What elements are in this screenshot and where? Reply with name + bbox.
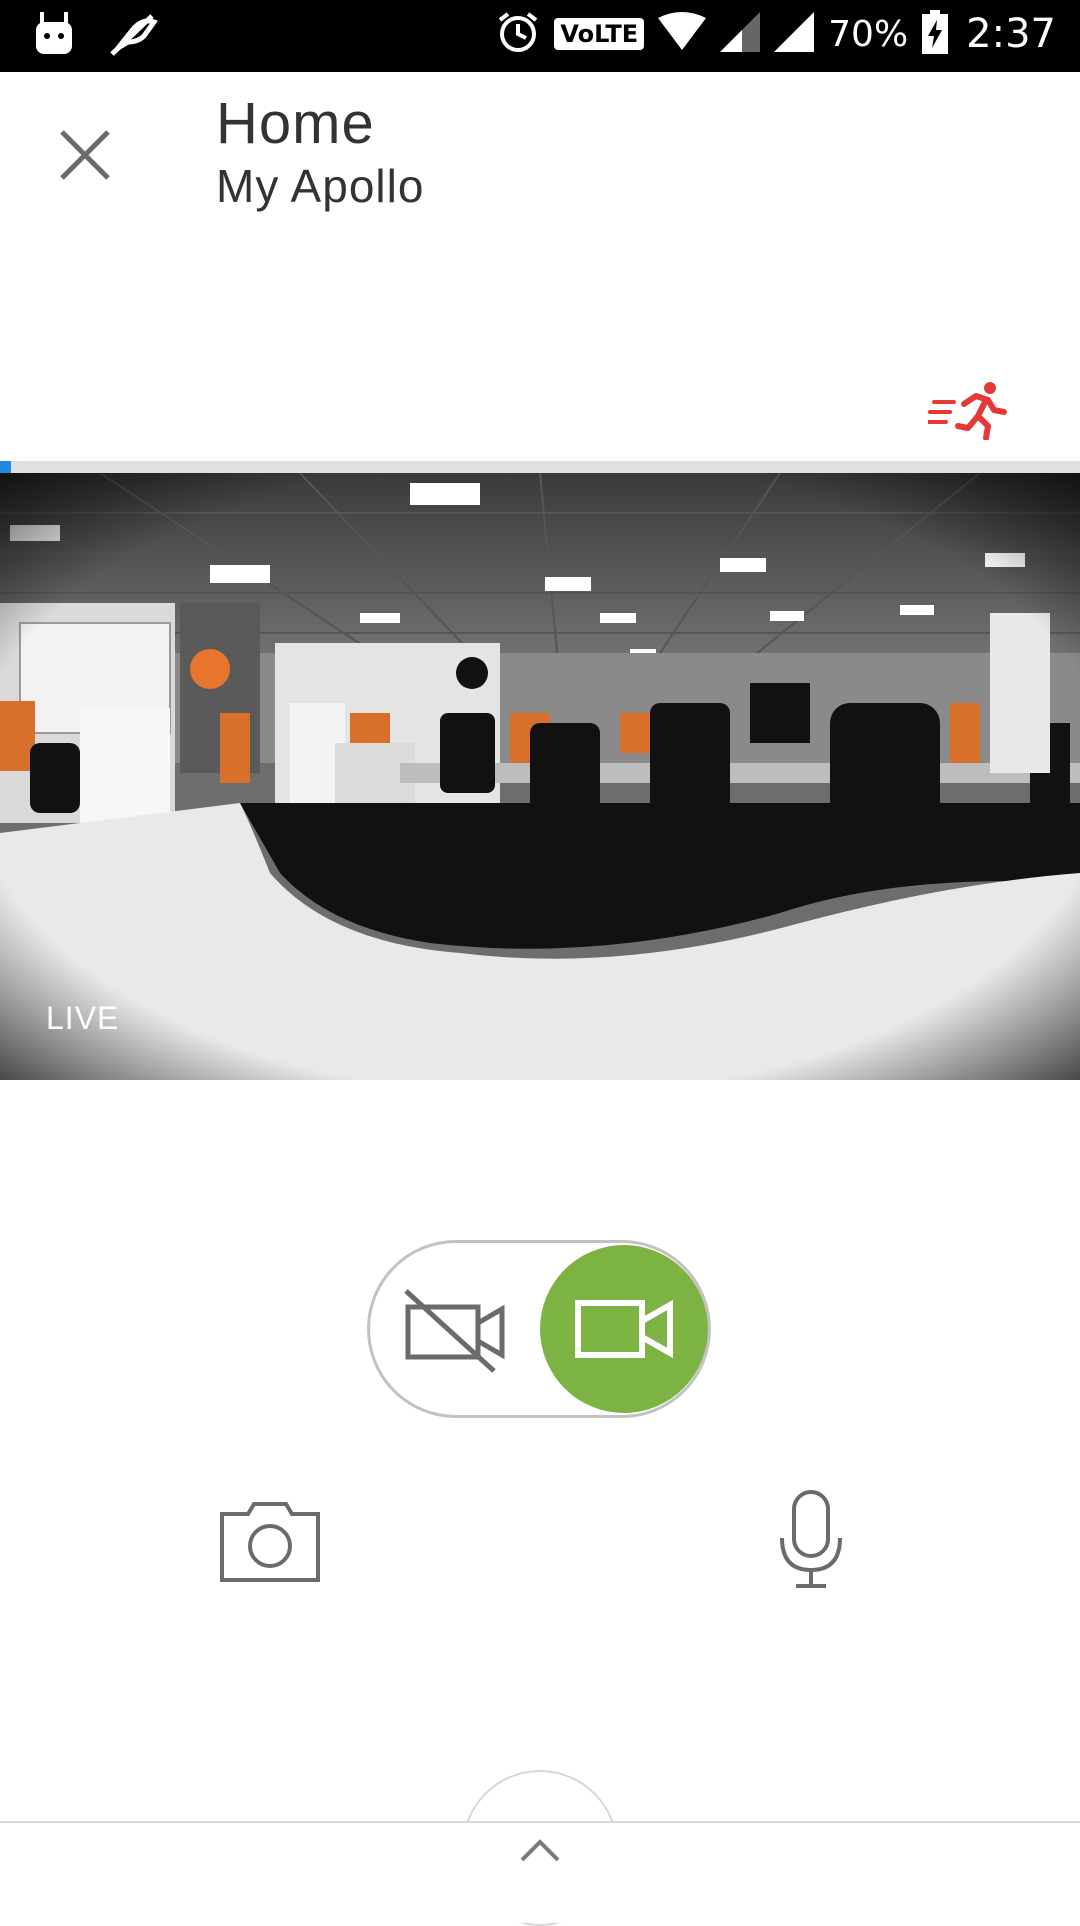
talk-button[interactable] xyxy=(776,1490,846,1590)
camera-icon xyxy=(220,1502,320,1582)
status-bar: VoLTE 70% 2:37 xyxy=(0,0,1080,72)
motion-events-button[interactable] xyxy=(926,380,1008,441)
video-off-icon xyxy=(404,1289,505,1373)
expand-drawer-button[interactable] xyxy=(518,1836,562,1866)
close-button[interactable] xyxy=(50,120,120,190)
battery-percentage: 70% xyxy=(828,13,909,55)
snapshot-button[interactable] xyxy=(218,1500,322,1584)
mute-icon xyxy=(108,12,158,62)
timeline-progress-fill xyxy=(0,461,11,473)
camera-feed-image xyxy=(0,473,1080,1080)
alarm-icon xyxy=(496,10,540,58)
signal-icon xyxy=(774,12,815,56)
chevron-up-icon xyxy=(520,1839,560,1862)
live-indicator: LIVE xyxy=(46,1000,120,1036)
page-title: Home xyxy=(216,91,375,156)
battery-charging-icon xyxy=(922,10,949,58)
video-on-button[interactable] xyxy=(540,1245,708,1413)
volte-icon: VoLTE xyxy=(554,18,645,50)
video-icon xyxy=(575,1299,673,1359)
notification-icon xyxy=(34,12,74,62)
close-icon xyxy=(60,130,110,180)
clock: 2:37 xyxy=(966,11,1056,57)
device-name: My Apollo xyxy=(216,160,425,212)
timeline-progress[interactable] xyxy=(0,461,1080,473)
video-off-button[interactable] xyxy=(400,1285,510,1375)
wifi-icon xyxy=(658,12,707,56)
motion-running-icon xyxy=(926,382,1007,441)
microphone-icon xyxy=(780,1490,842,1588)
live-video-feed[interactable] xyxy=(0,473,1080,1080)
signal-icon xyxy=(720,12,761,56)
